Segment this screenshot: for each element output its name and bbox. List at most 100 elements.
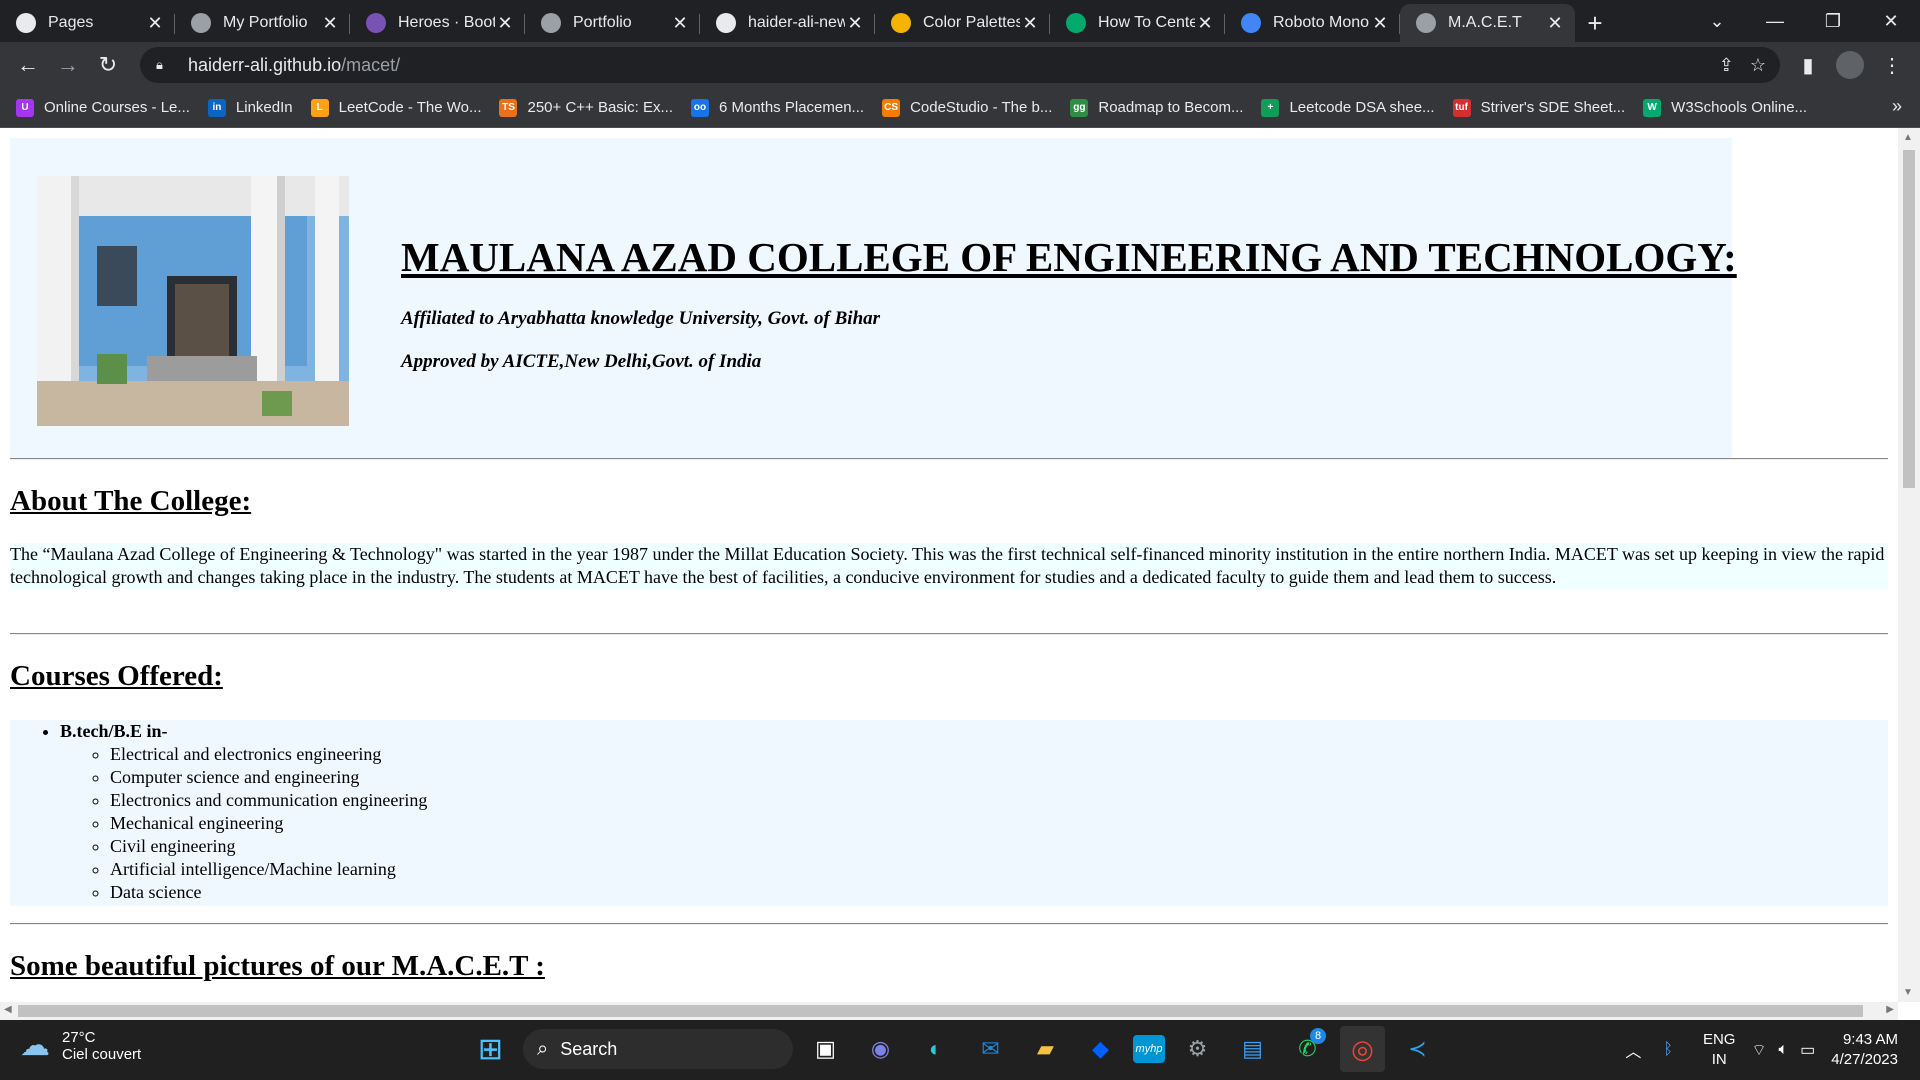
bookmark-star-icon[interactable]: ☆ [1750,55,1766,76]
back-icon[interactable]: ← [8,45,48,85]
tab-8[interactable]: M.A.C.E.T ✕ [1400,4,1575,42]
vscode-icon[interactable]: ≺ [1395,1026,1440,1072]
bookmark-3[interactable]: TS 250+ C++ Basic: Ex... [499,98,673,117]
github-icon [716,13,736,33]
address-bar[interactable]: 🔒︎ haiderr-ali.github.io/macet/ ⇪ ☆ [140,47,1780,83]
close-window-button[interactable]: ✕ [1862,0,1920,42]
weather-widget[interactable]: ☁ 27°C Ciel couvert [20,1028,141,1063]
bookmark-9[interactable]: W W3Schools Online... [1643,98,1807,117]
close-tab-icon[interactable]: ✕ [1020,13,1040,34]
tab-4[interactable]: haider-ali-new- ✕ [700,4,875,42]
chevron-up-icon[interactable]: ︿ [1625,1038,1641,1062]
taskbar-apps: ⊞ ⌕ Search ▣ ◉ ◐ ✉ ▰ ◆ myhp ⚙ ▤ ✆ 8 ◎ ≺ [468,1026,1440,1072]
wifi-icon[interactable]: ⌔ [1751,1040,1766,1060]
tab-label: haider-ali-new- [748,14,845,31]
tab-label: Color Palettes [923,14,1020,31]
url-text[interactable]: haiderr-ali.github.io/macet/ [188,55,400,76]
chrome-icon[interactable]: ◎ [1340,1026,1385,1072]
bookmark-favicon-icon: TS [499,98,518,117]
taskbar-search[interactable]: ⌕ Search [523,1029,793,1069]
dropbox-icon[interactable]: ◆ [1078,1026,1123,1072]
vertical-scroll-thumb[interactable] [1903,150,1915,488]
restore-button[interactable]: ❐ [1804,0,1862,42]
settings-gear-icon[interactable]: ⚙ [1175,1026,1220,1072]
tab-search-icon[interactable]: ⌄ [1688,0,1746,42]
temperature-text: 27°C [62,1028,96,1046]
bookmark-8[interactable]: tuf Striver's SDE Sheet... [1452,98,1625,117]
tab-2[interactable]: Heroes · Bootstr✕ [350,4,525,42]
tab-1[interactable]: My Portfolio ✕ [175,4,350,42]
bookmarks-list: U Online Courses - Le... in LinkedIn L LeetCo… [16,98,1825,117]
horizontal-scroll-thumb[interactable] [18,1005,1863,1017]
approval-text: Approved by AICTE,New Delhi,Govt. of Ind… [401,351,762,372]
teams-chat-icon[interactable]: ◉ [858,1026,903,1072]
close-tab-icon[interactable]: ✕ [670,13,690,34]
lock-icon[interactable]: 🔒︎ [156,57,176,73]
scroll-up-icon[interactable]: ▲ [1903,132,1913,143]
course-item: Electronics and communication engineerin… [110,789,1888,812]
bookmark-6[interactable]: gg Roadmap to Becom... [1070,98,1243,117]
bookmark-1[interactable]: in LinkedIn [207,98,293,117]
about-paragraph: The “Maulana Azad College of Engineering… [10,543,1888,589]
tab-5[interactable]: Color Palettes ✕ [875,4,1050,42]
bluetooth-icon[interactable]: ᛒ [1663,1041,1673,1059]
tab-3[interactable]: Portfolio ✕ [525,4,700,42]
course-item: Data science [110,881,1888,904]
vertical-scrollbar[interactable]: ▲ ▼ [1898,128,1920,1002]
close-tab-icon[interactable]: ✕ [320,13,340,34]
bookmark-5[interactable]: CS CodeStudio - The b... [882,98,1053,117]
scroll-down-icon[interactable]: ▼ [1903,987,1913,998]
share-icon[interactable]: ⇪ [1719,55,1734,76]
date-text: 4/27/2023 [1831,1051,1898,1068]
windows-start-icon[interactable]: ⊞ [468,1026,513,1072]
profile-avatar[interactable] [1836,51,1864,79]
bookmark-0[interactable]: U Online Courses - Le... [16,98,190,117]
bookmark-2[interactable]: L LeetCode - The Wo... [310,98,482,117]
volume-icon[interactable]: 🔈︎ [1779,1041,1789,1059]
bookmark-7[interactable]: + Leetcode DSA shee... [1261,98,1435,117]
close-tab-icon[interactable]: ✕ [1545,13,1565,34]
bookmarks-overflow-icon[interactable]: » [1892,96,1902,117]
bookmarks-bar: U Online Courses - Le... in LinkedIn L LeetCo… [0,88,1920,128]
scroll-left-icon[interactable]: ◀ [4,1004,12,1015]
horizontal-scrollbar[interactable]: ◀ ▶ [0,1002,1898,1020]
tab-label: Portfolio [573,14,632,31]
tab-0[interactable]: Pages ✕ [0,4,175,42]
side-panel-icon[interactable]: ▮ [1790,45,1826,85]
tab-label: Pages [48,14,94,31]
whatsapp-icon[interactable]: ✆ 8 [1285,1026,1330,1072]
bookmark-label: CodeStudio - The b... [910,99,1053,116]
tab-6[interactable]: How To Center ✕ [1050,4,1225,42]
file-explorer-icon[interactable]: ▰ [1023,1026,1068,1072]
bookmark-label: Leetcode DSA shee... [1289,99,1435,116]
bookmark-favicon-icon: oo [690,98,709,117]
scroll-right-icon[interactable]: ▶ [1886,1004,1894,1015]
bookmark-4[interactable]: oo 6 Months Placemen... [690,98,864,117]
divider [10,633,1888,635]
task-view-icon[interactable]: ▣ [803,1026,848,1072]
tab-7[interactable]: Roboto Mono ✕ [1225,4,1400,42]
language-indicator[interactable]: ENG IN [1703,1030,1736,1070]
close-tab-icon[interactable]: ✕ [1195,13,1215,34]
close-tab-icon[interactable]: ✕ [495,13,515,34]
new-tab-button[interactable]: + [1575,4,1615,42]
mail-icon[interactable]: ✉ [968,1026,1013,1072]
menu-kebab-icon[interactable]: ⋮ [1874,45,1910,85]
edge-icon[interactable]: ◐ [913,1026,958,1072]
close-tab-icon[interactable]: ✕ [845,13,865,34]
close-tab-icon[interactable]: ✕ [1370,13,1390,34]
degree-list: B.tech/B.E in- Electrical and electronic… [10,720,1888,904]
battery-icon[interactable]: ▭ [1800,1040,1815,1060]
reload-icon[interactable]: ↻ [88,45,128,85]
w3schools-icon [1066,13,1086,33]
forward-icon[interactable]: → [48,45,88,85]
college-title: MAULANA AZAD COLLEGE OF ENGINEERING AND … [401,234,1737,280]
myhp-icon[interactable]: myhp [1133,1035,1165,1063]
course-item: Mechanical engineering [110,812,1888,835]
bookmark-label: LeetCode - The Wo... [338,99,482,116]
page-viewport: MAULANA AZAD COLLEGE OF ENGINEERING AND … [0,128,1898,1002]
close-tab-icon[interactable]: ✕ [145,13,165,34]
clock[interactable]: 9:43 AM 4/27/2023 [1831,1030,1898,1070]
minimize-button[interactable]: — [1746,0,1804,42]
notepad-icon[interactable]: ▤ [1230,1026,1275,1072]
